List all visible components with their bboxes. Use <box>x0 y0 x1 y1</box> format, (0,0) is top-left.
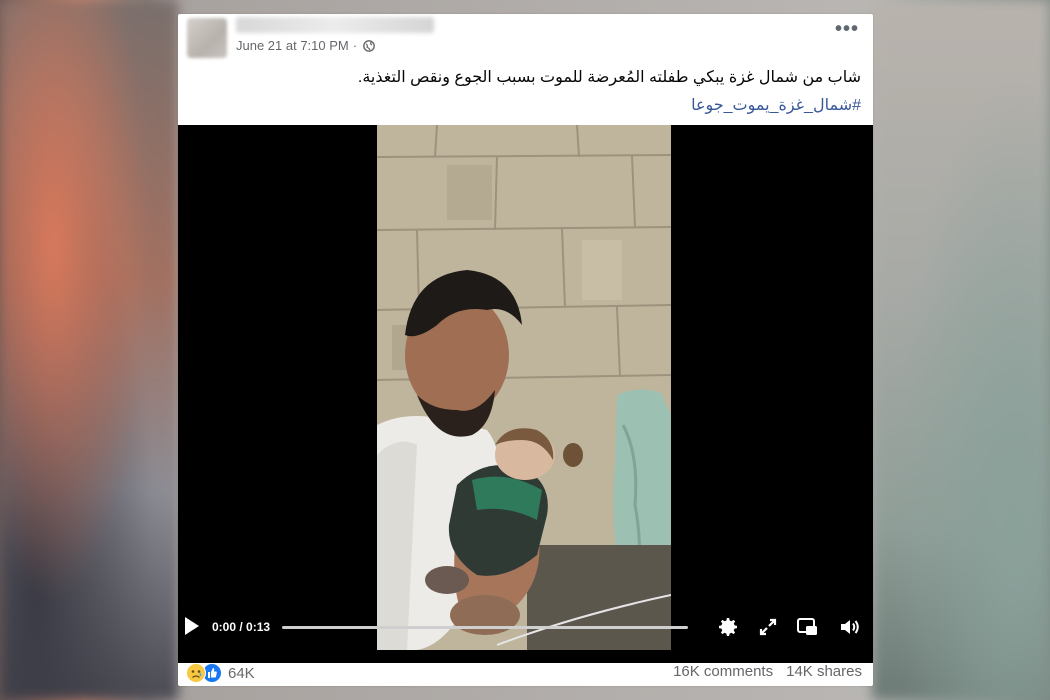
play-icon[interactable] <box>183 615 201 637</box>
hashtag-link[interactable]: #شمال_غزة_يموت_جوعا <box>691 95 861 117</box>
facebook-post: June 21 at 7:10 PM · ••• شاب من شمال غزة… <box>178 14 873 686</box>
video-frame-image <box>377 125 671 650</box>
expand-icon[interactable] <box>756 615 780 639</box>
background-left-blur <box>0 0 178 700</box>
picture-in-picture-icon[interactable] <box>795 615 819 639</box>
video-time: 0:00 / 0:13 <box>212 620 271 634</box>
video-player[interactable]: 0:00 / 0:13 <box>178 125 873 663</box>
globe-icon <box>363 39 375 52</box>
post-caption: شاب من شمال غزة يبكي طفلته المُعرضة للمو… <box>357 69 861 86</box>
post-meta: June 21 at 7:10 PM · <box>236 38 375 53</box>
gear-icon[interactable] <box>716 615 740 639</box>
sad-reaction-icon <box>186 663 206 683</box>
more-options-icon[interactable]: ••• <box>835 19 859 42</box>
post-timestamp[interactable]: June 21 at 7:10 PM <box>236 38 349 53</box>
avatar[interactable] <box>187 18 227 58</box>
reactions-summary[interactable]: 64K <box>186 663 255 683</box>
meta-separator: · <box>352 38 358 53</box>
post-footer: 64K 16K comments 14K shares <box>178 663 873 686</box>
video-progress-bar[interactable] <box>282 626 688 629</box>
post-header: June 21 at 7:10 PM · ••• <box>178 14 873 74</box>
shares-count-link[interactable]: 14K shares <box>786 663 862 680</box>
reaction-count: 64K <box>228 664 255 682</box>
video-controls: 0:00 / 0:13 <box>178 607 873 647</box>
engagement-stats: 16K comments 14K shares <box>673 663 862 680</box>
author-name-redacted[interactable] <box>236 17 434 33</box>
comments-count-link[interactable]: 16K comments <box>673 663 773 680</box>
volume-icon[interactable] <box>838 615 862 639</box>
background-right-blur <box>872 0 1050 700</box>
